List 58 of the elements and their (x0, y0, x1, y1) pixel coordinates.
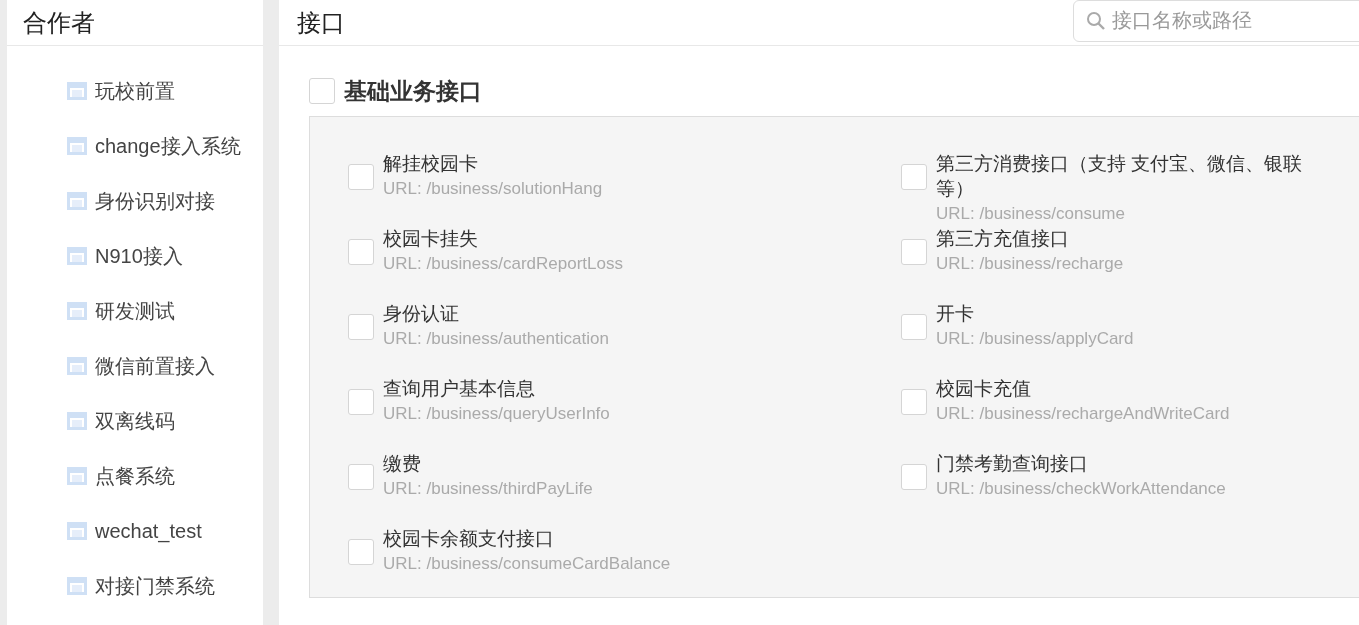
sidebar-item[interactable]: N910接入 (67, 241, 243, 271)
checkbox[interactable] (901, 314, 927, 340)
sidebar-item[interactable]: 点餐系统 (67, 461, 243, 491)
sidebar-item[interactable]: 身份识别对接 (67, 186, 243, 216)
interface-url: URL: /business/applyCard (936, 328, 1134, 350)
interface-name: 解挂校园卡 (383, 152, 479, 176)
interface-url: URL: /business/recharge (936, 253, 1124, 275)
interface-name: 校园卡余额支付接口 (383, 527, 555, 551)
interface-name: 缴费 (383, 452, 422, 476)
interface-name: 校园卡挂失 (383, 227, 479, 251)
sidebar-item[interactable]: 微信前置接入 (67, 351, 243, 381)
window-icon (67, 247, 87, 265)
checkbox[interactable] (348, 239, 374, 265)
window-icon (67, 522, 87, 540)
checkbox[interactable] (901, 389, 927, 415)
interface-url: URL: /business/cardReportLoss (383, 253, 623, 275)
window-icon (67, 82, 87, 100)
window-icon (67, 467, 87, 485)
page-title: 接口 (297, 7, 345, 38)
interface-url: URL: /business/solutionHang (383, 178, 603, 200)
group-title: 基础业务接口 (344, 76, 482, 106)
window-icon (67, 357, 87, 375)
sidebar-item[interactable]: 研发测试 (67, 296, 243, 326)
interface-name: 第三方充值接口 (936, 227, 1070, 251)
interface-name: 校园卡充值 (936, 377, 1032, 401)
interface-url: URL: /business/queryUserInfo (383, 403, 610, 425)
interface-url: URL: /business/checkWorkAttendance (936, 478, 1226, 500)
checkbox[interactable] (901, 464, 927, 490)
window-icon (67, 137, 87, 155)
sidebar-item[interactable]: 双离线码 (67, 406, 243, 436)
checkbox[interactable] (348, 314, 374, 340)
checkbox[interactable] (348, 464, 374, 490)
interface-url: URL: /business/consume (936, 203, 1126, 225)
interface-url: URL: /business/rechargeAndWriteCard (936, 403, 1230, 425)
interface-name: 身份认证 (383, 302, 460, 326)
interface-url: URL: /business/consumeCardBalance (383, 553, 671, 575)
interface-name: 开卡 (936, 302, 975, 326)
sidebar-item[interactable]: 对接门禁系统 (67, 571, 243, 601)
sidebar-item[interactable]: 玩校前置 (67, 76, 243, 106)
checkbox[interactable] (309, 78, 335, 104)
checkbox[interactable] (348, 539, 374, 565)
search-field[interactable]: 接口名称或路径 (1073, 0, 1359, 42)
checkbox[interactable] (348, 389, 374, 415)
sidebar-title: 合作者 (23, 7, 95, 38)
window-icon (67, 302, 87, 320)
checkbox[interactable] (901, 164, 927, 190)
checkbox[interactable] (348, 164, 374, 190)
window-icon (67, 412, 87, 430)
window-icon (67, 577, 87, 595)
interface-name: 第三方消费接口（支持 支付宝、微信、银联等） (936, 152, 1304, 201)
interface-url: URL: /business/thirdPayLife (383, 478, 593, 500)
interface-name: 门禁考勤查询接口 (936, 452, 1089, 476)
sidebar-item[interactable]: wechat_test (67, 516, 243, 546)
window-icon (67, 192, 87, 210)
interface-name: 查询用户基本信息 (383, 377, 536, 401)
interface-url: URL: /business/authentication (383, 328, 609, 350)
checkbox[interactable] (901, 239, 927, 265)
sidebar-item[interactable]: change接入系统 (67, 131, 243, 161)
